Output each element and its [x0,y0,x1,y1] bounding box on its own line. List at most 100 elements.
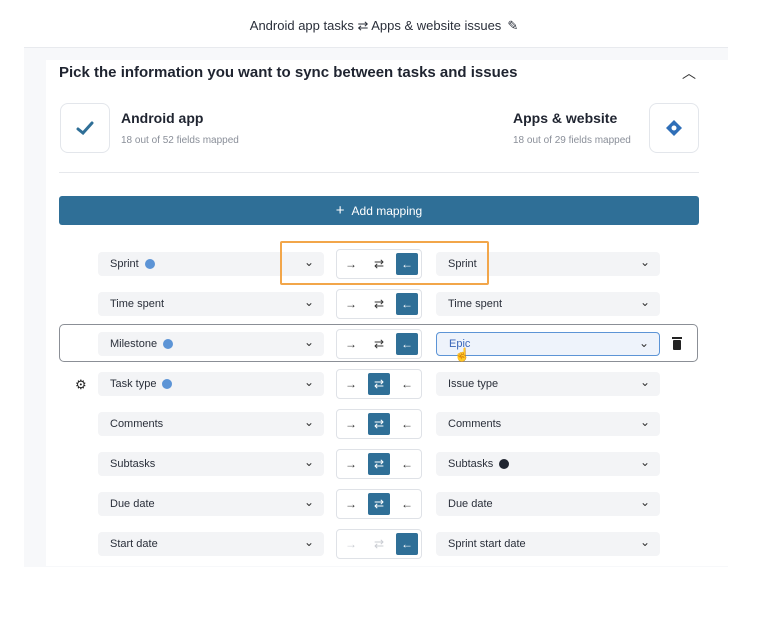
right-field-select[interactable]: Issue type ⌄ [436,372,660,396]
right-field-label: Issue type [448,378,499,390]
left-field-label: Subtasks [110,458,156,470]
arrow-left-icon[interactable]: ← [396,373,418,395]
mapping-row-milestone: Milestone ⌄ → ⇄ ← Epic ⌄ [0,329,768,359]
chevron-down-icon: ⌄ [303,375,314,389]
right-app-logo [649,103,699,153]
section-title: Pick the information you want to sync be… [59,64,518,81]
left-field-label: Milestone [110,338,158,350]
mapping-row-task-type: Task type ⌄ → ⇄ ← Issue type ⌄ [0,369,768,399]
arrow-right-icon[interactable]: → [340,453,362,475]
left-field-select[interactable]: Due date ⌄ [98,492,324,516]
chevron-down-icon: ⌄ [639,495,650,509]
chevron-down-icon: ⌄ [303,535,314,549]
sync-direction-control: → ⇄ ← [336,289,422,319]
arrow-right-icon[interactable]: → [340,413,362,435]
left-field-select[interactable]: Start date ⌄ [98,532,324,556]
chevron-down-icon: ⌄ [639,415,650,429]
chevron-down-icon: ⌄ [639,295,650,309]
info-icon[interactable] [163,339,174,349]
mapping-row-due-date: Due date ⌄ → ⇄ ← Due date ⌄ [0,489,768,519]
plus-icon: + [335,202,345,219]
right-field-label: Due date [448,498,493,510]
arrow-right-icon[interactable]: → [340,373,362,395]
chevron-down-icon: ⌄ [303,335,314,349]
trash-icon[interactable] [671,336,683,350]
left-field-label: Sprint [110,258,139,270]
checkmark-logo-icon [76,121,94,135]
chevron-down-icon: ⌄ [303,295,314,309]
two-way-arrow-icon[interactable]: ⇄ [368,533,390,555]
info-icon[interactable] [499,459,510,469]
arrow-left-icon[interactable]: ← [396,533,418,555]
right-field-label: Time spent [448,298,503,310]
chevron-down-icon: ⌄ [638,336,649,350]
arrow-left-icon[interactable]: ← [396,413,418,435]
gear-icon[interactable]: ⚙ [75,377,87,393]
left-field-label: Due date [110,498,155,510]
arrow-right-icon[interactable]: → [340,293,362,315]
arrow-left-icon[interactable]: ← [396,333,418,355]
right-field-label: Subtasks [448,458,494,470]
arrow-left-icon[interactable]: ← [396,293,418,315]
right-field-select[interactable]: Comments ⌄ [436,412,660,436]
chevron-down-icon: ⌄ [303,495,314,509]
two-way-arrow-icon[interactable]: ⇄ [368,413,390,435]
left-field-select[interactable]: Milestone ⌄ [98,332,324,356]
sync-direction-control: → ⇄ ← [336,449,422,479]
arrow-left-icon[interactable]: ← [396,453,418,475]
arrow-left-icon[interactable]: ← [396,493,418,515]
chevron-down-icon: ⌄ [303,415,314,429]
left-app-name: Android app [121,110,204,126]
chevron-down-icon: ⌄ [639,255,650,269]
two-way-arrow-icon[interactable]: ⇄ [368,333,390,355]
right-field-select[interactable]: Subtasks ⌄ [436,452,660,476]
mapping-row-subtasks: Subtasks ⌄ → ⇄ ← Subtasks ⌄ [0,449,768,479]
right-field-select[interactable]: Due date ⌄ [436,492,660,516]
two-way-arrow-icon[interactable]: ⇄ [368,293,390,315]
add-mapping-button[interactable]: + Add mapping [59,196,699,225]
left-field-label: Task type [110,378,157,390]
sync-direction-control: → ⇄ ← [336,369,422,399]
two-way-arrow-icon[interactable]: ⇄ [368,493,390,515]
chevron-down-icon: ⌄ [639,455,650,469]
right-field-label: Comments [448,418,502,430]
left-app-logo [60,103,110,153]
right-field-label: Sprint start date [448,538,526,550]
info-icon[interactable] [162,379,173,389]
chevron-down-icon: ⌄ [639,535,650,549]
sync-direction-control: → ⇄ ← [336,529,422,559]
diamond-logo-icon [666,120,682,136]
arrow-right-icon[interactable]: → [340,533,362,555]
right-app-name: Apps & website [513,110,618,126]
sync-direction-control: → ⇄ ← [336,489,422,519]
left-field-label: Time spent [110,298,165,310]
info-icon[interactable] [144,259,155,269]
left-field-select[interactable]: Subtasks ⌄ [98,452,324,476]
sync-title: Android app tasks ⇄ Apps & website issue… [0,18,768,34]
pencil-icon[interactable]: ✎ [507,18,518,33]
mapping-row-start-date: Start date ⌄ → ⇄ ← Sprint start date ⌄ [0,529,768,559]
right-field-select[interactable]: Time spent ⌄ [436,292,660,316]
mapping-row-comments: Comments ⌄ → ⇄ ← Comments ⌄ [0,409,768,439]
left-field-select[interactable]: Task type ⌄ [98,372,324,396]
chevron-down-icon: ⌄ [303,455,314,469]
left-field-label: Comments [110,418,164,430]
right-app-mapped-count: 18 out of 29 fields mapped [513,135,631,146]
divider [59,172,699,173]
left-field-select[interactable]: Time spent ⌄ [98,292,324,316]
sync-direction-control: → ⇄ ← [336,329,422,359]
arrow-right-icon[interactable]: → [340,333,362,355]
left-field-select[interactable]: Comments ⌄ [98,412,324,436]
highlight-box [280,241,489,285]
sync-direction-control: → ⇄ ← [336,409,422,439]
arrow-right-icon[interactable]: → [340,493,362,515]
chevron-up-icon[interactable]: ︿ [682,63,696,83]
two-way-arrow-icon[interactable]: ⇄ [368,373,390,395]
mapping-row-time-spent: Time spent ⌄ → ⇄ ← Time spent ⌄ [0,289,768,319]
add-mapping-label: Add mapping [351,203,423,218]
two-way-arrow-icon[interactable]: ⇄ [368,453,390,475]
sync-title-text: Android app tasks ⇄ Apps & website issue… [249,18,502,33]
right-field-select[interactable]: Sprint start date ⌄ [436,532,660,556]
left-field-label: Start date [110,538,158,550]
left-app-mapped-count: 18 out of 52 fields mapped [121,135,239,146]
